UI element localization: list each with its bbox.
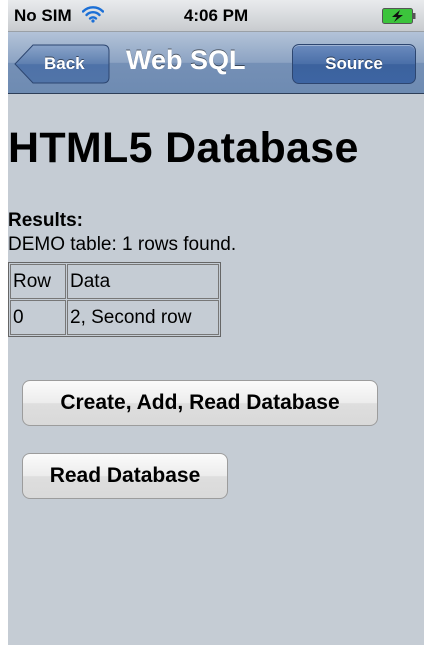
- table-header-row: Row Data: [10, 264, 219, 299]
- source-button[interactable]: Source: [292, 44, 416, 84]
- table-header-cell: Data: [67, 264, 219, 299]
- read-database-button[interactable]: Read Database: [22, 453, 228, 499]
- nav-title: Web SQL: [126, 45, 246, 75]
- page-title: HTML5 Database: [8, 124, 359, 172]
- status-clock: 4:06 PM: [183, 6, 249, 25]
- app-screen: No SIM 4:06 PM Back Web SQL Source HTML5…: [8, 0, 424, 645]
- back-button-label: Back: [44, 54, 85, 73]
- battery-charging-icon: [382, 8, 416, 24]
- status-bar: No SIM 4:06 PM: [8, 0, 424, 32]
- table-header-cell: Row: [10, 264, 66, 299]
- table-row: 0 2, Second row: [10, 300, 219, 335]
- table-cell: 2, Second row: [67, 300, 219, 335]
- create-add-read-database-button[interactable]: Create, Add, Read Database: [22, 380, 378, 426]
- back-button[interactable]: Back: [14, 44, 110, 84]
- results-table: Row Data 0 2, Second row: [8, 262, 221, 337]
- navigation-bar: Back Web SQL Source: [8, 32, 424, 94]
- results-summary: DEMO table: 1 rows found.: [8, 234, 237, 255]
- table-cell: 0: [10, 300, 66, 335]
- results-label: Results:: [8, 210, 83, 231]
